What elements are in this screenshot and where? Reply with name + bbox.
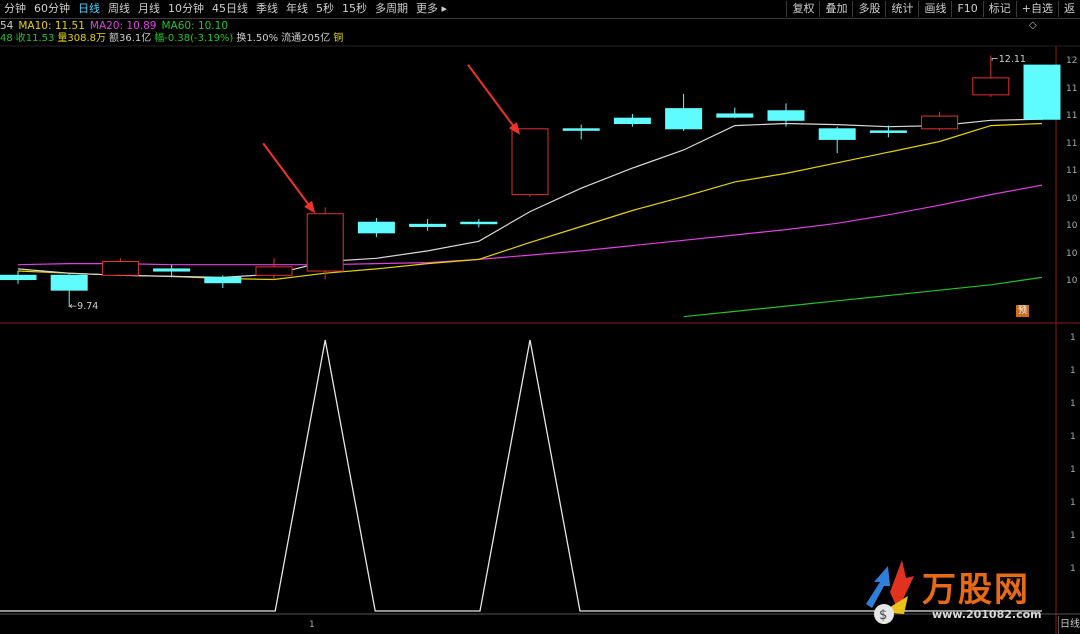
- forecast-badge[interactable]: 预: [1016, 305, 1029, 317]
- site-watermark: $ 万股网 www.201082.com: [860, 552, 1060, 632]
- svg-text:$: $: [879, 608, 887, 623]
- kline-chart[interactable]: [0, 0, 1080, 634]
- candle-body-11: [562, 128, 600, 131]
- candle-body-6: [306, 213, 344, 272]
- candle-body-5: [255, 266, 293, 276]
- bottom-period-tab[interactable]: 日线: [1058, 616, 1080, 634]
- candle-body-13: [665, 108, 703, 130]
- price-axis-tick-4: 11: [1066, 166, 1078, 176]
- candle-body-4: [204, 276, 242, 284]
- ma20-line: [17, 184, 1043, 266]
- candle-body-1: [50, 274, 88, 291]
- indicator-axis-tick-7: 1: [1070, 564, 1076, 574]
- watermark-url: www.201082.com: [932, 608, 1042, 621]
- annotation-arrow-line-1: [467, 64, 515, 128]
- price-axis-tick-2: 11: [1066, 111, 1078, 121]
- price-axis-tick-7: 10: [1066, 248, 1078, 259]
- high-price-value: 12.11: [998, 53, 1026, 65]
- candle-body-19: [972, 77, 1010, 96]
- candle-body-20: [1023, 64, 1061, 120]
- candle-body-15: [767, 110, 805, 121]
- price-axis-tick-5: 10: [1066, 193, 1078, 204]
- candle-body-18: [921, 115, 959, 130]
- candle-body-8: [409, 223, 447, 227]
- indicator-axis-tick-1: 1: [1070, 366, 1076, 376]
- candle-body-7: [357, 221, 395, 234]
- candle-body-0: [0, 274, 37, 281]
- indicator-axis-tick-6: 1: [1070, 531, 1076, 541]
- candle-body-14: [716, 113, 754, 118]
- candle-body-2: [101, 260, 139, 276]
- candle-body-17: [869, 130, 907, 133]
- logo-icon: $: [866, 560, 914, 624]
- high-price-label: ⌐12.11: [990, 53, 1026, 65]
- price-axis-tick-0: 12: [1066, 56, 1078, 66]
- price-axis-tick-1: 11: [1066, 83, 1078, 94]
- price-axis-tick-3: 11: [1066, 138, 1078, 149]
- price-axis-tick-8: 10: [1066, 276, 1078, 286]
- annotation-arrow-line-0: [262, 142, 311, 206]
- indicator-axis-tick-2: 1: [1070, 399, 1076, 409]
- candle-body-9: [460, 221, 498, 225]
- indicator-axis-tick-3: 1: [1070, 432, 1076, 442]
- indicator-axis-tick-0: 1: [1070, 333, 1076, 343]
- ma60-line: [683, 276, 1043, 318]
- price-axis-tick-6: 10: [1066, 221, 1078, 231]
- indicator-axis-tick-5: 1: [1070, 498, 1076, 508]
- indicator-axis-tick-4: 1: [1070, 465, 1076, 475]
- candle-body-12: [613, 117, 651, 124]
- x-axis-tick: 1: [309, 620, 315, 630]
- annotation-arrow-head-0: [304, 200, 316, 214]
- low-price-value: 9.74: [77, 301, 99, 313]
- candle-body-3: [153, 268, 191, 272]
- watermark-title: 万股网: [922, 570, 1030, 610]
- candle-body-10: [511, 128, 549, 196]
- candle-body-16: [818, 128, 856, 140]
- low-price-label: ←9.74: [69, 301, 99, 313]
